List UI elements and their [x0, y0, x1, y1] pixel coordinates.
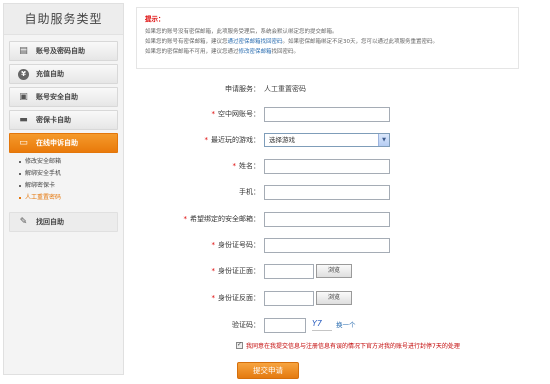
- submenu-item-reset-password[interactable]: 人工重置密码: [14, 192, 123, 204]
- account-input[interactable]: [264, 107, 390, 122]
- notice-link-retrieve-by-email[interactable]: 通过密保邮箱找回密码: [228, 39, 283, 45]
- phone-label: 手机：: [239, 188, 260, 196]
- idno-input[interactable]: [264, 238, 390, 253]
- captcha-input[interactable]: [264, 318, 306, 333]
- agreement: 我同意在我提交信息与注册信息有误的情况下官方对我的账号进行封停7天的处理: [236, 340, 460, 352]
- name-label: * 姓名：: [232, 162, 261, 170]
- monitor-icon: ▭: [19, 138, 28, 148]
- phone-input[interactable]: [264, 185, 390, 200]
- id-front-label: * 身份证正面：: [211, 267, 261, 275]
- lock-icon: ▣: [19, 92, 28, 102]
- sidebar-item-retrieve[interactable]: ✎ 找回自助: [9, 212, 118, 232]
- email-row: * 希望绑定的安全邮箱：: [136, 211, 536, 227]
- phone-row: 手机：: [136, 184, 536, 200]
- id-front-browse-button[interactable]: 浏览: [316, 264, 352, 278]
- sidebar-submenu: 修改安全邮箱 解绑安全手机 解绑密保卡 人工重置密码: [14, 156, 123, 204]
- game-select[interactable]: 选择游戏 ▼: [264, 133, 390, 147]
- sidebar-item-security-card[interactable]: ▬ 密保卡自助: [9, 110, 118, 130]
- agreement-checkbox[interactable]: [236, 340, 243, 350]
- notice-title: 提示：: [145, 15, 165, 23]
- notice-line: 如果您的账号没有密保邮箱，此项服务受理后，系统会默认绑定您的提交邮箱。: [145, 29, 338, 35]
- id-back-browse-button[interactable]: 浏览: [316, 291, 352, 305]
- game-label: * 最近玩的游戏：: [204, 136, 261, 144]
- notice-line: 如果您的账号有密保邮箱，建议您通过密保邮箱找回密码。如果密保邮箱绑定不足30天，…: [145, 37, 510, 47]
- sidebar-item-label: 密保卡自助: [36, 116, 71, 124]
- sidebar-item-online-appeal[interactable]: ▭ 在线申诉自助: [9, 133, 118, 153]
- notice-text: 找回密码。: [271, 49, 300, 55]
- sidebar-item-label: 找回自助: [36, 218, 64, 226]
- id-front-row: * 身份证正面： 浏览: [136, 263, 536, 279]
- id-back-file-input[interactable]: [264, 291, 314, 306]
- idno-label: * 身份证号码：: [211, 241, 261, 249]
- card-icon: ▬: [19, 115, 28, 125]
- sidebar-title: 自助服务类型: [4, 4, 123, 35]
- sidebar-item-label: 账号及密码自助: [36, 47, 85, 55]
- name-row: * 姓名：: [136, 158, 536, 174]
- idno-row: * 身份证号码：: [136, 237, 536, 253]
- service-row: 申请服务： 人工重置密码: [136, 81, 536, 97]
- notice-text: 如果您的账号有密保邮箱，建议您: [145, 39, 228, 45]
- account-row: * 空中网账号：: [136, 106, 536, 122]
- sidebar-item-account-security[interactable]: ▣ 账号安全自助: [9, 87, 118, 107]
- email-input[interactable]: [264, 212, 390, 227]
- yen-icon: ¥: [18, 69, 29, 80]
- submenu-item-change-email[interactable]: 修改安全邮箱: [14, 156, 123, 168]
- captcha-image[interactable]: Y7: [312, 317, 332, 331]
- submenu-item-unbind-phone[interactable]: 解绑安全手机: [14, 168, 123, 180]
- captcha-row: 验证码： Y7 换一个: [136, 317, 536, 333]
- sidebar-item-label: 账号安全自助: [36, 93, 78, 101]
- id-back-row: * 身份证反面： 浏览: [136, 290, 536, 306]
- notice-text: 如果您的密保邮箱不可用，建议您通过: [145, 49, 239, 55]
- game-row: * 最近玩的游戏： 选择游戏 ▼: [136, 132, 536, 148]
- agreement-text: 我同意在我提交信息与注册信息有误的情况下官方对我的账号进行封停7天的处理: [246, 343, 460, 350]
- notice-line: 如果您的密保邮箱不可用，建议您通过修改密保邮箱找回密码。: [145, 47, 510, 57]
- id-front-file-input[interactable]: [264, 264, 314, 279]
- game-select-value: 选择游戏: [269, 136, 295, 144]
- service-label: 申请服务：: [225, 85, 260, 93]
- sidebar-item-account-password[interactable]: ▤ 账号及密码自助: [9, 41, 118, 61]
- name-input[interactable]: [264, 159, 390, 174]
- service-value: 人工重置密码: [264, 85, 306, 93]
- id-card-icon: ▤: [19, 46, 28, 56]
- notice-link-change-email[interactable]: 修改密保邮箱: [239, 49, 272, 55]
- wrench-icon: ✎: [19, 217, 28, 227]
- captcha-refresh-link[interactable]: 换一个: [336, 317, 356, 333]
- sidebar-item-recharge[interactable]: ¥ 充值自助: [9, 64, 118, 84]
- chevron-down-icon[interactable]: ▼: [378, 134, 389, 146]
- captcha-label: 验证码：: [232, 321, 260, 329]
- notice-text: 。如果密保邮箱绑定不足30天，您可以通过此项服务重置密码。: [282, 39, 439, 45]
- sidebar-item-label: 在线申诉自助: [36, 139, 78, 147]
- id-back-label: * 身份证反面：: [211, 294, 261, 302]
- email-label: * 希望绑定的安全邮箱：: [183, 215, 261, 223]
- sidebar: 自助服务类型 ▤ 账号及密码自助 ¥ 充值自助 ▣ 账号安全自助 ▬ 密保卡自助…: [3, 3, 124, 375]
- sidebar-item-label: 充值自助: [36, 70, 64, 78]
- notice-box: 提示： 如果您的账号没有密保邮箱，此项服务受理后，系统会默认绑定您的提交邮箱。 …: [136, 7, 519, 69]
- submit-button[interactable]: 提交申请: [237, 362, 299, 379]
- account-label: * 空中网账号：: [211, 110, 261, 118]
- submenu-item-unbind-card[interactable]: 解绑密保卡: [14, 180, 123, 192]
